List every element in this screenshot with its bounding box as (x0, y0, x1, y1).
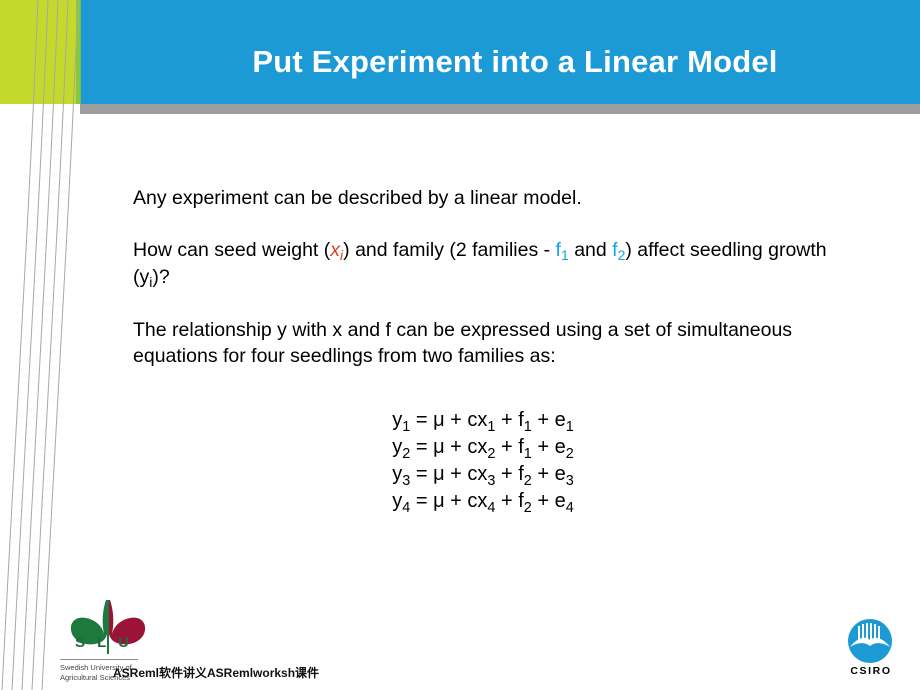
variable-x: xi (330, 239, 344, 264)
eq4-f-sub: 2 (523, 499, 532, 516)
eq3-x-sub: 3 (487, 472, 496, 489)
eq2-x-sub: 2 (487, 445, 496, 462)
equation-row: y4 = μ + cx4 + f2 + e4 (133, 489, 833, 516)
eq4-plus-e: + e (531, 490, 566, 512)
eq1-lhs-sub: 1 (402, 418, 411, 435)
variable-f2-subscript: 2 (617, 247, 626, 264)
paragraph-relationship: The relationship y with x and f can be e… (133, 319, 793, 367)
variable-f1-subscript: 1 (560, 247, 569, 264)
variable-f1: f1 (556, 239, 569, 264)
eq2-f-sub: 1 (523, 445, 532, 462)
eq1-x-sub: 1 (487, 418, 496, 435)
eq2-lhs-sub: 2 (402, 445, 411, 462)
header-gray-band-gap (0, 104, 80, 114)
eq1-plus-f: + f (495, 409, 524, 431)
paragraph-question: How can seed weight (xi) and family (2 f… (133, 237, 833, 291)
eq1-rhs-mu-cx: = μ + cx (410, 409, 488, 431)
equation-block: y1 = μ + cx1 + f1 + e1 y2 = μ + cx2 + f1… (133, 408, 833, 516)
slide-canvas: Put Experiment into a Linear Model Any e… (0, 0, 920, 690)
paragraph-intro: Any experiment can be described by a lin… (133, 187, 582, 209)
eq1-f-sub: 1 (523, 418, 532, 435)
variable-x-symbol: x (330, 239, 341, 261)
question-part-5: )? (152, 266, 170, 288)
question-part-1: How can seed weight ( (133, 239, 331, 261)
header-green-block (0, 0, 80, 104)
eq4-plus-f: + f (495, 490, 524, 512)
eq2-lhs: y (392, 436, 403, 458)
eq4-lhs-sub: 4 (402, 499, 411, 516)
eq4-e-sub: 4 (565, 499, 574, 516)
eq3-rhs-mu-cx: = μ + cx (410, 463, 488, 485)
eq2-rhs-mu-cx: = μ + cx (410, 436, 488, 458)
variable-y-subscript: i (149, 274, 153, 291)
page-title: Put Experiment into a Linear Model (252, 44, 778, 79)
eq3-e-sub: 3 (565, 472, 574, 489)
eq2-e-sub: 2 (565, 445, 574, 462)
equation-row: y1 = μ + cx1 + f1 + e1 (133, 408, 833, 435)
eq1-plus-e: + e (531, 409, 566, 431)
slu-divider (60, 659, 138, 660)
csiro-wordmark: CSIRO (850, 665, 892, 677)
question-part-2: ) and family (2 families - (343, 239, 556, 261)
body-text-block: Any experiment can be described by a lin… (133, 185, 833, 369)
header-green-edge (76, 0, 81, 104)
eq3-lhs-sub: 3 (402, 472, 411, 489)
eq1-lhs: y (392, 409, 403, 431)
question-part-3: and (568, 239, 613, 261)
eq4-rhs-mu-cx: = μ + cx (410, 490, 488, 512)
header-gray-band (0, 104, 920, 114)
variable-x-subscript: i (340, 247, 344, 264)
csiro-logo-icon (848, 619, 892, 663)
eq4-lhs: y (392, 490, 403, 512)
variable-f2-symbol: f (612, 239, 618, 261)
eq3-plus-f: + f (495, 463, 524, 485)
eq2-plus-e: + e (531, 436, 566, 458)
slu-wordmark: S L U (74, 634, 134, 651)
equation-row: y2 = μ + cx2 + f1 + e2 (133, 435, 833, 462)
eq2-plus-f: + f (495, 436, 524, 458)
variable-f2: f2 (612, 239, 626, 264)
eq1-e-sub: 1 (565, 418, 574, 435)
eq4-x-sub: 4 (487, 499, 496, 516)
eq3-lhs: y (392, 463, 403, 485)
equation-row: y3 = μ + cx3 + f2 + e3 (133, 462, 833, 489)
footer-overlay-text: ASReml软件讲义ASRemlworksh课件 (113, 666, 320, 680)
eq3-f-sub: 2 (523, 472, 532, 489)
eq3-plus-e: + e (531, 463, 566, 485)
